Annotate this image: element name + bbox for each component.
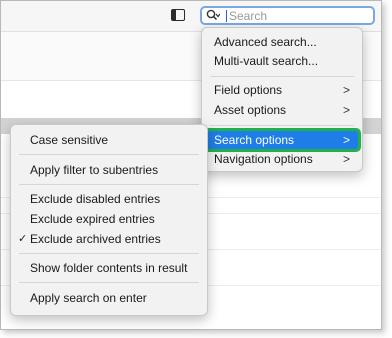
search-icon[interactable]: [206, 9, 220, 23]
menu-item-label: Advanced search...: [214, 35, 317, 49]
menu-item-label: Apply search on enter: [30, 291, 147, 305]
menu-item-label: Search options: [214, 133, 295, 147]
chevron-right-icon: >: [342, 133, 350, 147]
chevron-right-icon: >: [342, 83, 350, 97]
search-options-dropdown: Advanced search... Multi-vault search...…: [201, 27, 363, 172]
menu-item-search-options[interactable]: Search options >: [203, 128, 361, 152]
menu-item-label: Multi-vault search...: [214, 54, 319, 68]
chevron-right-icon: >: [342, 152, 350, 166]
menu-item-apply-search-on-enter[interactable]: Apply search on enter: [15, 289, 203, 307]
chevron-right-icon: >: [342, 103, 350, 117]
menu-separator: [19, 184, 199, 185]
menu-item-label: Exclude archived entries: [30, 232, 161, 246]
menu-item-label: Asset options: [214, 103, 287, 117]
menu-item-exclude-disabled-entries[interactable]: Exclude disabled entries: [15, 190, 203, 208]
menu-item-field-options[interactable]: Field options >: [206, 81, 358, 99]
menu-item-case-sensitive[interactable]: Case sensitive: [15, 131, 203, 149]
menu-separator: [210, 125, 354, 126]
search-options-submenu: Case sensitive Apply filter to subentrie…: [10, 124, 208, 316]
menu-item-advanced-search[interactable]: Advanced search...: [206, 33, 358, 51]
menu-item-label: Case sensitive: [30, 133, 109, 147]
menu-item-label: Navigation options: [214, 152, 313, 166]
menu-separator: [19, 282, 199, 283]
menu-separator: [19, 154, 199, 155]
menu-separator: [210, 76, 354, 77]
menu-item-asset-options[interactable]: Asset options >: [206, 101, 358, 119]
menu-item-multi-vault-search[interactable]: Multi-vault search...: [206, 52, 358, 70]
menu-item-show-folder-contents[interactable]: Show folder contents in result: [15, 259, 203, 277]
checkmark-icon: ✓: [18, 233, 28, 245]
sidebar-toggle-icon[interactable]: [171, 9, 185, 21]
menu-item-apply-filter-to-subentries[interactable]: Apply filter to subentries: [15, 161, 203, 179]
search-placeholder: Search: [229, 9, 268, 23]
menu-item-exclude-expired-entries[interactable]: Exclude expired entries: [15, 210, 203, 228]
menu-item-label: Exclude disabled entries: [30, 192, 161, 206]
menu-separator: [19, 253, 199, 254]
menu-item-exclude-archived-entries[interactable]: ✓ Exclude archived entries: [15, 230, 203, 248]
menu-item-label: Field options: [214, 83, 283, 97]
menu-item-label: Apply filter to subentries: [30, 163, 159, 177]
menu-item-label: Show folder contents in result: [30, 261, 188, 275]
menu-item-label: Exclude expired entries: [30, 212, 155, 226]
search-input[interactable]: Search: [200, 6, 375, 25]
text-caret: [226, 10, 227, 22]
menu-item-navigation-options[interactable]: Navigation options >: [206, 150, 358, 168]
